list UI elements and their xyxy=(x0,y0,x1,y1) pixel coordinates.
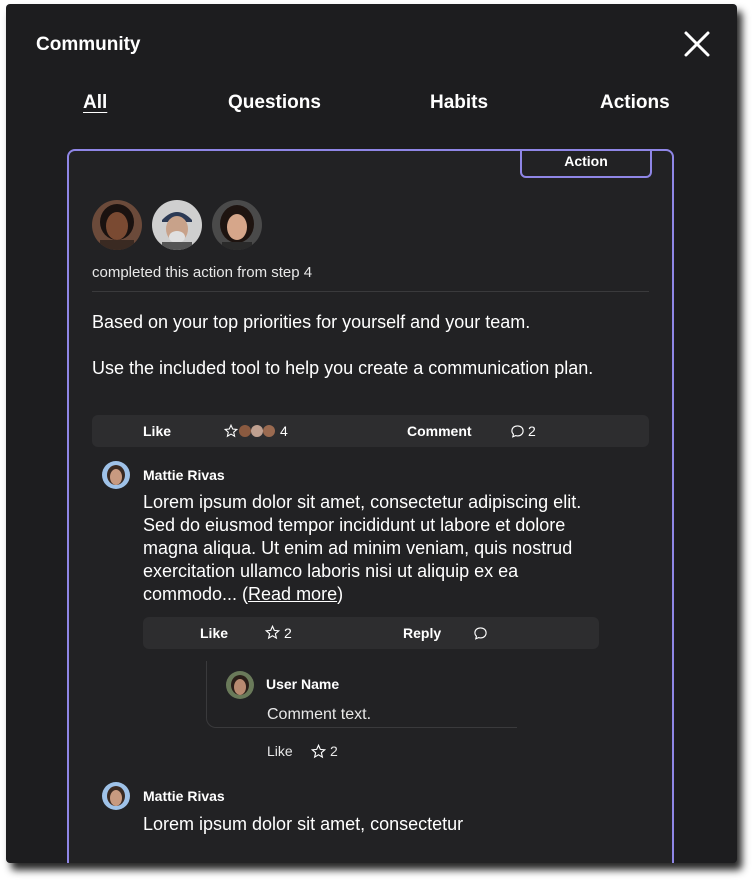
close-icon[interactable] xyxy=(681,28,713,60)
avatar[interactable] xyxy=(102,782,130,810)
comment-count: 2 xyxy=(528,423,536,439)
comment-body: Lorem ipsum dolor sit amet, consectetur … xyxy=(143,491,613,606)
tab-questions[interactable]: Questions xyxy=(228,92,321,114)
post-paragraph: Based on your top priorities for yoursel… xyxy=(92,312,531,332)
reply-text: Comment text. xyxy=(267,706,372,723)
avatar[interactable] xyxy=(102,461,130,489)
reply-like-button[interactable]: Like xyxy=(267,743,293,759)
divider xyxy=(92,291,649,292)
speech-bubble-icon[interactable] xyxy=(510,424,525,439)
post-action-bar: Like 4 Comment 2 xyxy=(92,415,649,447)
comment-text: Lorem ipsum dolor sit amet, consectetur … xyxy=(143,492,582,604)
speech-bubble-icon[interactable] xyxy=(473,626,488,641)
tab-actions[interactable]: Actions xyxy=(600,92,670,114)
post-type-badge: Action xyxy=(520,151,652,178)
post-card: Action completed this action from step 4… xyxy=(67,149,674,863)
like-count: 4 xyxy=(280,423,288,439)
like-button[interactable]: Like xyxy=(200,625,228,641)
like-button[interactable]: Like xyxy=(143,423,171,439)
star-icon[interactable] xyxy=(311,744,326,759)
community-modal: Community All Questions Habits Actions A… xyxy=(6,4,737,863)
reply-author: User Name xyxy=(266,676,340,692)
comment-author: Mattie Rivas xyxy=(143,467,225,483)
reply-like-count: 2 xyxy=(330,743,338,759)
tab-habits[interactable]: Habits xyxy=(430,92,488,114)
reply-button[interactable]: Reply xyxy=(403,625,441,641)
avatar[interactable] xyxy=(152,200,202,250)
avatar[interactable] xyxy=(92,200,142,250)
post-body: Based on your top priorities for yoursel… xyxy=(92,311,632,380)
comment-action-bar: Like 2 Reply xyxy=(143,617,599,649)
avatar[interactable] xyxy=(226,671,254,699)
avatar[interactable] xyxy=(212,200,262,250)
completed-text: completed this action from step 4 xyxy=(92,264,313,281)
star-icon[interactable] xyxy=(265,625,280,640)
comment-text: Lorem ipsum dolor sit amet, consectetur xyxy=(143,814,464,834)
tab-all[interactable]: All xyxy=(83,92,107,114)
read-more-link[interactable]: Read more xyxy=(248,584,337,604)
comment-text-end: ) xyxy=(337,584,344,604)
comment-author: Mattie Rivas xyxy=(143,788,225,804)
modal-title: Community xyxy=(36,34,141,55)
like-count: 2 xyxy=(284,625,292,641)
star-icon[interactable] xyxy=(224,424,238,438)
liker-avatars xyxy=(239,425,275,437)
comment-button[interactable]: Comment xyxy=(407,423,472,439)
post-paragraph: Use the included tool to help you create… xyxy=(92,358,594,378)
